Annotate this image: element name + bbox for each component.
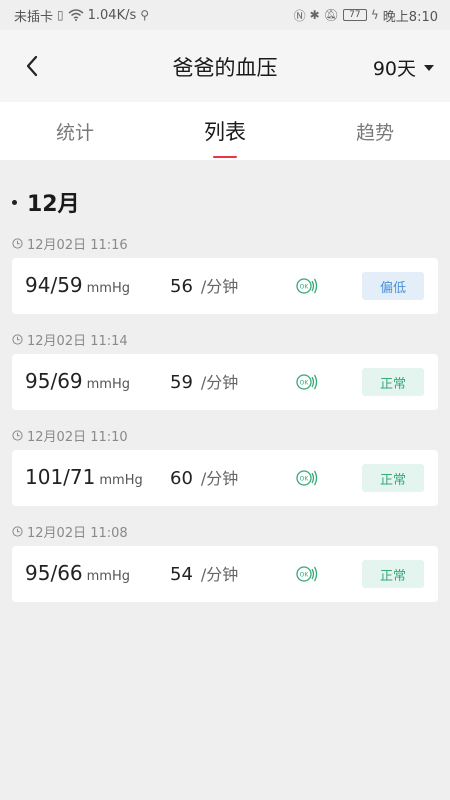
record-group: 12月02日 11:16 94/59 mmHg 56/分钟 OK 偏低 bbox=[12, 234, 438, 314]
pulse-unit: /分钟 bbox=[200, 565, 239, 584]
wifi-icon bbox=[68, 9, 84, 21]
status-bar: 未插卡 ▯ 1.04K/s ⚲ Ⓝ ✱ 🔕︎ 77 ϟ 晚上8:10 bbox=[0, 0, 450, 30]
pulse-unit: /分钟 bbox=[200, 373, 239, 392]
device-sync-icon: OK bbox=[296, 470, 318, 486]
pulse: 59/分钟 bbox=[170, 369, 238, 393]
record-time: 12月02日 11:16 bbox=[12, 234, 438, 253]
pulse: 60/分钟 bbox=[170, 465, 238, 489]
bp-unit: mmHg bbox=[99, 473, 143, 488]
sim-icon: ▯ bbox=[57, 8, 64, 22]
svg-text:OK: OK bbox=[300, 380, 310, 387]
usb-icon: ⚲ bbox=[140, 8, 150, 22]
record-time: 12月02日 11:10 bbox=[12, 426, 438, 445]
clock-icon bbox=[12, 333, 23, 345]
blood-pressure: 95/69 mmHg bbox=[25, 369, 130, 393]
pulse-unit: /分钟 bbox=[200, 277, 239, 296]
status-bar-right: Ⓝ ✱ 🔕︎ 77 ϟ 晚上8:10 bbox=[294, 6, 438, 25]
caret-down-icon bbox=[424, 64, 434, 71]
pulse-value: 54 bbox=[170, 564, 193, 585]
clock-icon bbox=[12, 429, 23, 441]
pulse-value: 56 bbox=[170, 276, 193, 297]
clock-icon bbox=[12, 237, 23, 249]
tab-stats[interactable]: 统计 bbox=[0, 102, 150, 160]
status-bar-left: 未插卡 ▯ 1.04K/s ⚲ bbox=[14, 6, 149, 25]
record-card[interactable]: 101/71 mmHg 60/分钟 OK 正常 bbox=[12, 450, 438, 506]
svg-text:OK: OK bbox=[300, 284, 310, 291]
record-time-text: 12月02日 11:16 bbox=[27, 237, 128, 253]
tab-list-label: 列表 bbox=[204, 120, 246, 144]
pulse-unit: /分钟 bbox=[200, 469, 239, 488]
record-time: 12月02日 11:08 bbox=[12, 522, 438, 541]
mute-icon: 🔕︎ bbox=[323, 8, 339, 22]
status-badge: 正常 bbox=[362, 560, 424, 588]
tab-bar: 统计 列表 趋势 bbox=[0, 102, 450, 160]
status-badge: 偏低 bbox=[362, 272, 424, 300]
bp-unit: mmHg bbox=[86, 377, 130, 392]
tab-list[interactable]: 列表 bbox=[150, 102, 300, 160]
bp-value: 101/71 bbox=[25, 465, 96, 489]
carrier-label: 未插卡 bbox=[14, 9, 54, 25]
device-sync-icon: OK bbox=[296, 278, 318, 294]
status-badge: 正常 bbox=[362, 464, 424, 492]
blood-pressure: 95/66 mmHg bbox=[25, 561, 130, 585]
clock-icon bbox=[12, 525, 23, 537]
record-time-text: 12月02日 11:10 bbox=[27, 429, 128, 445]
charging-icon: ϟ bbox=[370, 8, 379, 22]
pulse: 54/分钟 bbox=[170, 561, 238, 585]
app-header: 爸爸的血压 90天 bbox=[0, 30, 450, 102]
record-group: 12月02日 11:10 101/71 mmHg 60/分钟 OK 正常 bbox=[12, 426, 438, 506]
blood-pressure: 94/59 mmHg bbox=[25, 273, 130, 297]
month-header: 12月 bbox=[12, 186, 80, 218]
pulse-value: 59 bbox=[170, 372, 193, 393]
record-card[interactable]: 95/69 mmHg 59/分钟 OK 正常 bbox=[12, 354, 438, 410]
pulse-value: 60 bbox=[170, 468, 193, 489]
bp-unit: mmHg bbox=[86, 569, 130, 584]
svg-text:OK: OK bbox=[300, 476, 310, 483]
month-label: 12月 bbox=[27, 192, 80, 217]
nfc-icon: Ⓝ bbox=[293, 8, 306, 23]
record-time: 12月02日 11:14 bbox=[12, 330, 438, 349]
blood-pressure: 101/71 mmHg bbox=[25, 465, 143, 489]
range-value: 90天 bbox=[372, 58, 416, 80]
bp-value: 95/69 bbox=[25, 369, 83, 393]
device-sync-icon: OK bbox=[296, 566, 318, 582]
record-time-text: 12月02日 11:08 bbox=[27, 525, 128, 541]
bullet-dot bbox=[12, 199, 17, 205]
network-speed: 1.04K/s bbox=[87, 7, 137, 23]
bp-value: 95/66 bbox=[25, 561, 83, 585]
bp-unit: mmHg bbox=[86, 281, 130, 296]
record-group: 12月02日 11:08 95/66 mmHg 54/分钟 OK 正常 bbox=[12, 522, 438, 602]
pulse: 56/分钟 bbox=[170, 273, 238, 297]
tab-trend[interactable]: 趋势 bbox=[300, 102, 450, 160]
record-time-text: 12月02日 11:14 bbox=[27, 333, 128, 349]
record-group: 12月02日 11:14 95/69 mmHg 59/分钟 OK 正常 bbox=[12, 330, 438, 410]
bp-value: 94/59 bbox=[25, 273, 83, 297]
clock: 晚上8:10 bbox=[382, 9, 438, 25]
active-tab-indicator bbox=[213, 156, 237, 158]
svg-text:OK: OK bbox=[300, 572, 310, 579]
device-sync-icon: OK bbox=[296, 374, 318, 390]
battery-icon: 77 bbox=[342, 9, 367, 21]
bluetooth-icon: ✱ bbox=[309, 8, 320, 22]
range-dropdown[interactable]: 90天 bbox=[373, 54, 434, 81]
record-card[interactable]: 94/59 mmHg 56/分钟 OK 偏低 bbox=[12, 258, 438, 314]
status-badge: 正常 bbox=[362, 368, 424, 396]
record-card[interactable]: 95/66 mmHg 54/分钟 OK 正常 bbox=[12, 546, 438, 602]
